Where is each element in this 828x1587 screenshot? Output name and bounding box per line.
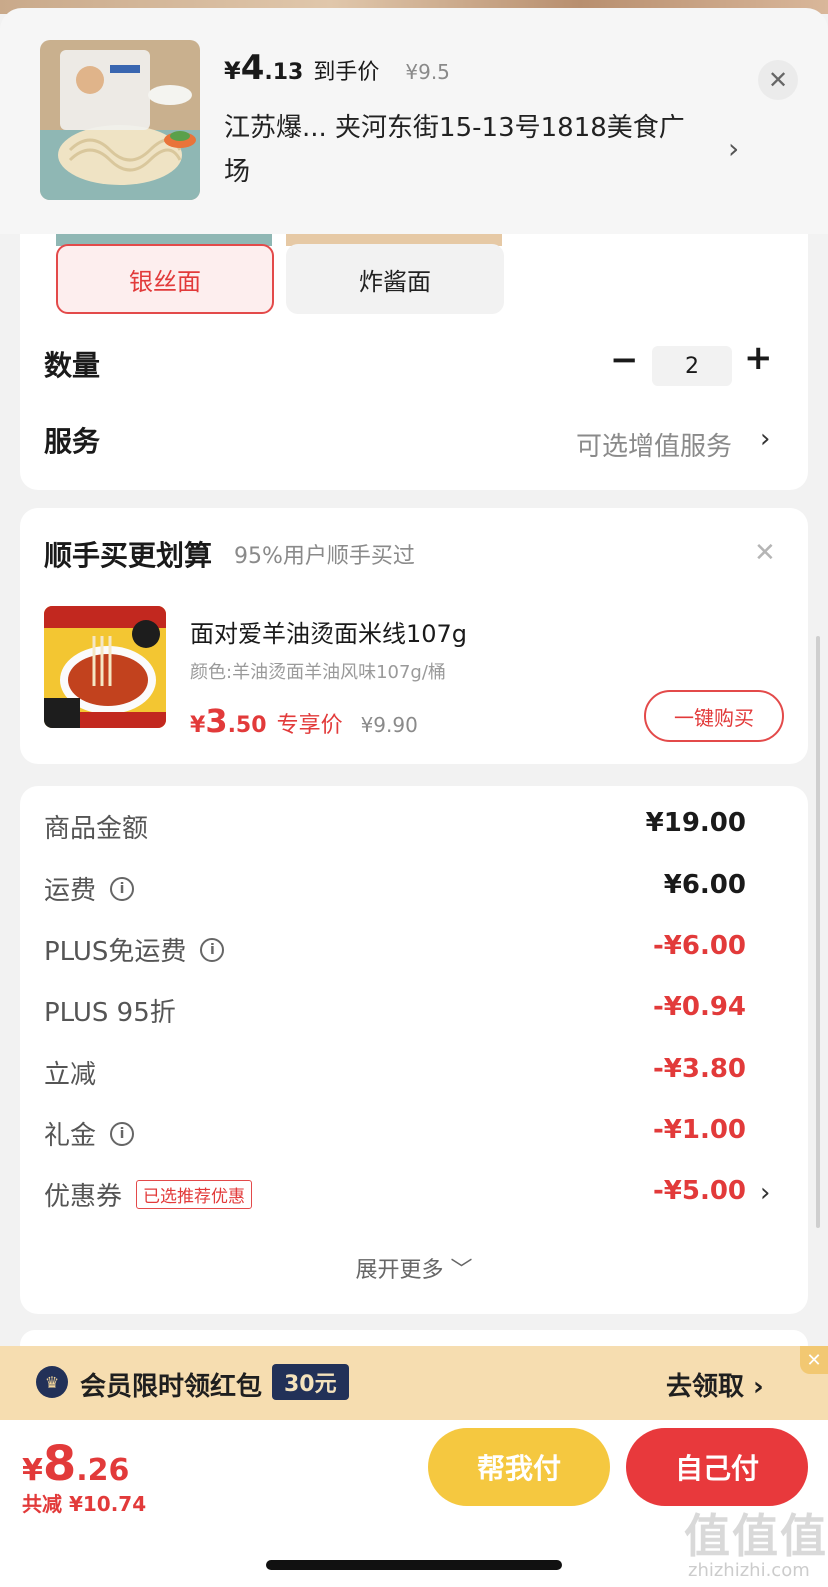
banner-amount-badge: 30元 xyxy=(272,1364,349,1400)
breakdown-label: 立减 xyxy=(44,1054,96,1091)
addon-title: 顺手买更划算 xyxy=(44,539,213,572)
breakdown-label-text: 礼金 xyxy=(44,1121,97,1151)
help-pay-button[interactable]: 帮我付 xyxy=(428,1428,610,1506)
breakdown-label-text: PLUS免运费 xyxy=(44,937,187,967)
close-icon: ✕ xyxy=(767,66,789,94)
breakdown-label-text: 商品金额 xyxy=(44,814,149,844)
expand-more-button[interactable]: 展开更多 ﹀ xyxy=(0,1252,828,1284)
addon-subtitle: 95%用户顺手买过 xyxy=(234,544,415,569)
original-price: ¥9.90 xyxy=(360,713,418,737)
info-icon[interactable]: i xyxy=(110,1121,135,1146)
breakdown-value: -¥0.94 xyxy=(652,992,746,1022)
one-click-buy-button[interactable]: 一键购买 xyxy=(644,690,784,742)
quantity-minus-button[interactable]: − xyxy=(610,340,639,380)
spec-option[interactable]: 炸酱面 xyxy=(286,244,504,314)
breakdown-label-text: PLUS 95折 xyxy=(44,998,176,1028)
breakdown-value: ¥6.00 xyxy=(663,870,746,900)
close-icon[interactable]: ✕ xyxy=(800,1346,828,1374)
breakdown-label: PLUS免运费 i xyxy=(44,931,225,968)
coupon-row[interactable]: 优惠券 已选推荐优惠 xyxy=(44,1176,253,1213)
breakdown-label: PLUS 95折 xyxy=(44,992,176,1029)
info-icon[interactable]: i xyxy=(110,876,135,901)
breakdown-label: 礼金 i xyxy=(44,1115,135,1152)
price-symbol: ¥ xyxy=(224,57,241,85)
addon-product-name[interactable]: 面对爱羊油烫面米线107g xyxy=(190,614,467,649)
breakdown-value: -¥5.00 xyxy=(652,1176,746,1206)
header-price: ¥ 4 .13 到手价 ¥9.5 xyxy=(224,48,450,88)
info-icon[interactable]: i xyxy=(200,937,225,962)
breakdown-value: -¥1.00 xyxy=(652,1115,746,1145)
crown-icon: ♛ xyxy=(36,1366,68,1398)
addon-product-attr: 颜色:羊油烫面羊油风味107g/桶 xyxy=(190,662,446,683)
original-price: ¥9.5 xyxy=(405,60,450,84)
addon-product-price: ¥ 3 .50 专享价 ¥9.90 xyxy=(190,702,418,740)
price-decimal: .13 xyxy=(264,60,304,85)
quantity-label: 数量 xyxy=(44,349,101,382)
breakdown-value: -¥3.80 xyxy=(652,1054,746,1084)
home-indicator[interactable] xyxy=(266,1560,562,1570)
delivery-address[interactable]: 江苏爆... 夹河东街15-13号1818美食广场 xyxy=(224,106,704,194)
chevron-right-icon[interactable]: › xyxy=(760,424,770,454)
breakdown-value: -¥6.00 xyxy=(652,931,746,961)
quantity-stepper[interactable]: 2 xyxy=(652,346,732,386)
price-integer: 3 xyxy=(205,702,228,740)
breakdown-label-text: 运费 xyxy=(44,876,97,906)
service-label: 服务 xyxy=(44,425,101,458)
chevron-right-icon[interactable]: › xyxy=(728,132,739,165)
price-integer: 8 xyxy=(42,1436,77,1492)
breakdown-label: 商品金额 xyxy=(44,808,148,845)
spec-option-selected[interactable]: 银丝面 xyxy=(56,244,274,314)
price-symbol: ¥ xyxy=(22,1453,43,1488)
close-icon[interactable]: ✕ xyxy=(754,538,776,568)
price-tag: 专享价 xyxy=(276,713,343,738)
watermark: 值值值 xyxy=(684,1509,828,1563)
total-saved: 共减 ¥10.74 xyxy=(22,1492,147,1516)
watermark-url: zhizhizhi.com xyxy=(688,1560,810,1581)
total-price: ¥ 8 .26 xyxy=(22,1436,129,1492)
scrollbar[interactable] xyxy=(816,636,820,1228)
chevron-right-icon[interactable]: › xyxy=(760,1178,770,1208)
price-breakdown-card xyxy=(20,786,808,1314)
price-tag: 到手价 xyxy=(313,60,380,85)
breakdown-label-text: 立减 xyxy=(44,1060,97,1090)
price-symbol: ¥ xyxy=(190,713,206,738)
addon-product-image xyxy=(44,606,166,728)
claim-link[interactable]: 去领取 › xyxy=(666,1366,764,1403)
breakdown-value: ¥19.00 xyxy=(645,808,746,838)
breakdown-label-text: 优惠券 xyxy=(44,1182,123,1212)
price-decimal: .50 xyxy=(227,713,267,738)
product-thumbnail xyxy=(40,40,200,200)
price-decimal: .26 xyxy=(76,1453,130,1488)
quantity-plus-button[interactable]: + xyxy=(744,338,773,378)
breakdown-label: 运费 i xyxy=(44,870,135,907)
self-pay-button[interactable]: 自己付 xyxy=(626,1428,808,1506)
close-button[interactable]: ✕ xyxy=(758,60,798,100)
price-integer: 4 xyxy=(240,48,265,88)
coupon-badge: 已选推荐优惠 xyxy=(136,1180,253,1209)
service-hint[interactable]: 可选增值服务 xyxy=(576,426,732,463)
banner-text: 会员限时领红包 xyxy=(80,1372,263,1402)
